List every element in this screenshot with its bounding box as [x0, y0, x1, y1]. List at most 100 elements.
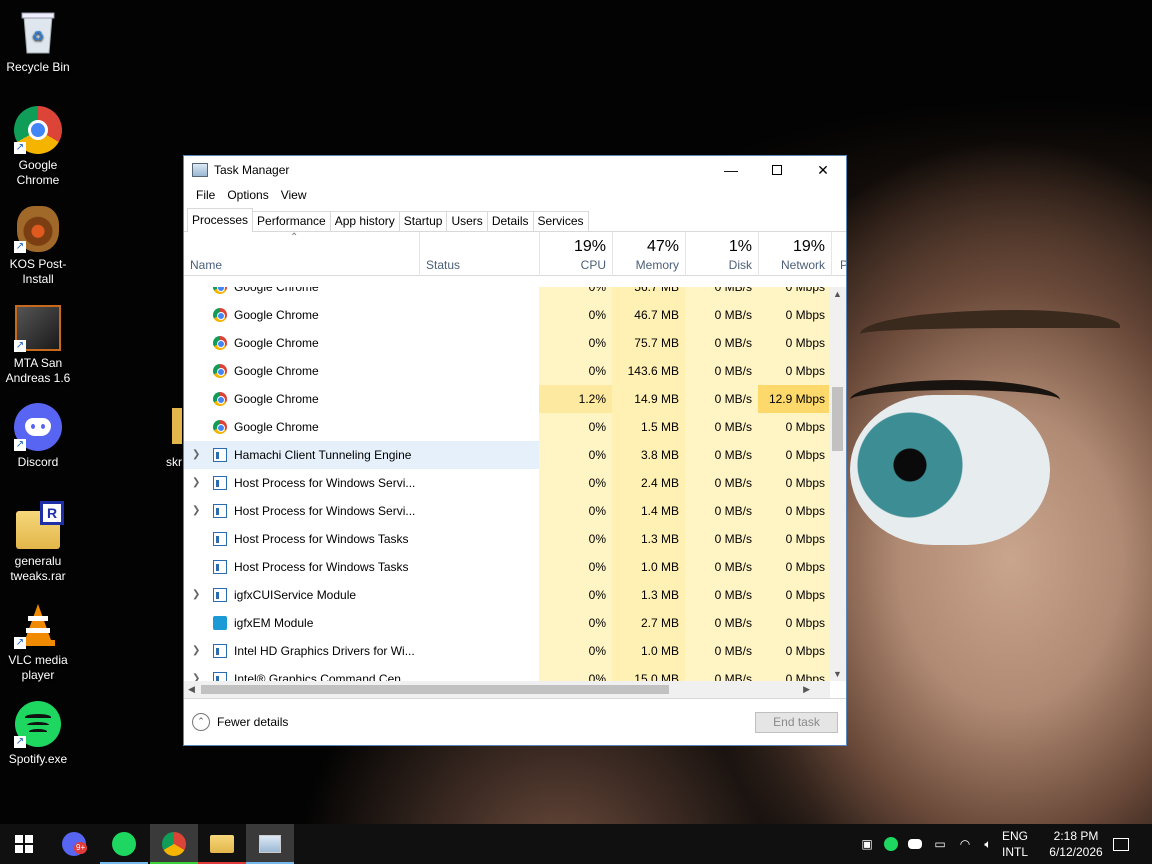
scroll-left-icon[interactable]: ◀: [188, 681, 195, 698]
column-disk[interactable]: 1% Disk: [685, 232, 758, 276]
vertical-scrollbar[interactable]: ▲ ▼: [829, 287, 846, 681]
end-task-button[interactable]: End task: [755, 712, 838, 733]
tab-app-history[interactable]: App history: [329, 211, 400, 231]
process-row[interactable]: Google Chrome 0% 75.7 MB 0 MB/s 0 Mbps: [184, 329, 830, 357]
minimize-button[interactable]: —: [708, 156, 754, 184]
menu-view[interactable]: View: [275, 188, 313, 202]
process-row[interactable]: Google Chrome 0% 143.6 MB 0 MB/s 0 Mbps: [184, 357, 830, 385]
recycle-bin-icon: ♻: [14, 8, 62, 56]
process-cpu: 0%: [539, 329, 612, 357]
shortcut-arrow-icon: ↗: [14, 439, 26, 451]
tab-details[interactable]: Details: [486, 211, 534, 231]
service-icon: [213, 644, 227, 658]
tab-users[interactable]: Users: [446, 211, 488, 231]
scroll-right-icon[interactable]: ▶: [803, 681, 810, 698]
tab-performance[interactable]: Performance: [252, 211, 331, 231]
chevron-right-icon[interactable]: ❯: [192, 497, 200, 525]
chevron-right-icon[interactable]: ❯: [192, 469, 200, 497]
chrome-icon: [213, 308, 227, 322]
process-row[interactable]: Google Chrome 0% 46.7 MB 0 MB/s 0 Mbps: [184, 301, 830, 329]
column-status[interactable]: Status: [419, 232, 539, 276]
vertical-scroll-thumb[interactable]: [832, 387, 843, 451]
partial-folder-icon[interactable]: [172, 408, 182, 444]
service-icon: [213, 560, 227, 574]
tray-app-icon[interactable]: ▣: [858, 824, 876, 864]
task-manager-icon: [192, 163, 208, 177]
memory-total: 47%: [646, 238, 679, 255]
column-name[interactable]: Name: [184, 232, 419, 276]
process-cpu: 0%: [539, 497, 612, 525]
process-row[interactable]: ❯ Hamachi Client Tunneling Engine 0% 3.8 MB…: [184, 441, 830, 469]
process-row[interactable]: ❯ Intel HD Graphics Drivers for Wi... 0% 1.…: [184, 637, 830, 665]
process-network: 12.9 Mbps: [758, 385, 830, 413]
close-button[interactable]: ✕: [800, 156, 846, 184]
scroll-up-icon[interactable]: ▲: [829, 289, 846, 299]
process-name: Google Chrome: [234, 336, 319, 350]
process-row[interactable]: ❯ Intel® Graphics Command Cen... 0% 15.0 MB…: [184, 665, 830, 681]
process-row[interactable]: Google Chrome 0% 1.5 MB 0 MB/s 0 Mbps: [184, 413, 830, 441]
desktop-icon-vlc[interactable]: ↗ VLC media player: [0, 601, 76, 683]
taskbar-file-explorer[interactable]: [198, 824, 246, 864]
wifi-icon[interactable]: ◠: [955, 824, 975, 864]
desktop-icon-discord[interactable]: ↗ Discord: [0, 403, 76, 470]
chrome-icon: [213, 392, 227, 406]
process-memory: 1.0 MB: [612, 637, 685, 665]
menu-file[interactable]: File: [190, 188, 221, 202]
taskbar-spotify[interactable]: [100, 824, 148, 864]
desktop-icon-mta-san-andreas[interactable]: ↗ MTA San Andreas 1.6: [0, 304, 76, 386]
notifications-icon[interactable]: [1106, 824, 1136, 864]
desktop-icon-generalu-tweaks[interactable]: R generalu tweaks.rar: [0, 501, 76, 584]
tab-processes[interactable]: Processes: [187, 208, 254, 232]
process-row[interactable]: Google Chrome 1.2% 14.9 MB 0 MB/s 12.9 Mbps: [184, 385, 830, 413]
process-cpu: 0%: [539, 553, 612, 581]
discord-icon: ↗: [14, 403, 62, 451]
chevron-right-icon[interactable]: ❯: [192, 581, 200, 609]
horizontal-scrollbar[interactable]: ◀ ▶: [184, 681, 830, 698]
horizontal-scroll-thumb[interactable]: [201, 685, 669, 694]
desktop-icon-label: Recycle Bin: [6, 60, 70, 74]
chevron-right-icon[interactable]: ❯: [192, 441, 200, 469]
process-row[interactable]: ❯ Host Process for Windows Servi... 0% 2.4 …: [184, 469, 830, 497]
service-icon: [213, 588, 227, 602]
svg-text:♻: ♻: [32, 28, 45, 44]
column-power-partial[interactable]: P: [831, 232, 846, 276]
chevron-right-icon[interactable]: ❯: [192, 665, 200, 681]
desktop-icon-spotify[interactable]: ↗ Spotify.exe: [0, 700, 76, 767]
spotify-icon: ↗: [14, 700, 62, 748]
scroll-down-icon[interactable]: ▼: [829, 669, 846, 679]
maximize-button[interactable]: [754, 156, 800, 184]
fewer-details-button[interactable]: ⌃ Fewer details: [192, 713, 288, 731]
tab-startup[interactable]: Startup: [398, 211, 448, 231]
tab-services[interactable]: Services: [532, 211, 589, 231]
start-button[interactable]: [0, 824, 48, 864]
desktop-icon-recycle-bin[interactable]: ♻ Recycle Bin: [0, 8, 76, 75]
process-row[interactable]: Host Process for Windows Tasks 0% 1.0 MB 0 …: [184, 553, 830, 581]
column-header: ⌃ Name Status 19% CPU 47% Memory 1% Disk…: [184, 232, 846, 276]
column-cpu[interactable]: 19% CPU: [539, 232, 612, 276]
chevron-right-icon[interactable]: ❯: [192, 637, 200, 665]
process-row[interactable]: ❯ Host Process for Windows Servi... 0% 1.4 …: [184, 497, 830, 525]
menu-options[interactable]: Options: [221, 188, 274, 202]
desktop-icon-label: Spotify.exe: [8, 752, 68, 766]
process-row[interactable]: Google Chrome 0% 56.7 MB 0 MB/s 0 Mbps: [184, 287, 830, 301]
notification-badge: 9+: [74, 842, 88, 854]
column-memory[interactable]: 47% Memory: [612, 232, 685, 276]
taskbar-task-manager[interactable]: [246, 824, 294, 864]
process-row[interactable]: igfxEM Module 0% 2.7 MB 0 MB/s 0 Mbps: [184, 609, 830, 637]
column-network-label: Network: [780, 258, 825, 272]
tray-discord-icon[interactable]: [906, 824, 924, 864]
taskbar-chrome[interactable]: [150, 824, 198, 864]
battery-icon[interactable]: ▭: [930, 824, 950, 864]
process-row[interactable]: ❯ igfxCUIService Module 0% 1.3 MB 0 MB/s 0 Mb…: [184, 581, 830, 609]
title-bar[interactable]: Task Manager — ✕: [184, 156, 846, 184]
task-manager-window: Task Manager — ✕ File Options View Proce…: [183, 155, 847, 746]
column-network[interactable]: 19% Network: [758, 232, 831, 276]
taskbar-discord[interactable]: 9+: [50, 824, 98, 864]
desktop-icon-kos-post-install[interactable]: ↗ KOS Post-Install: [0, 205, 76, 287]
system-clock[interactable]: 2:18 PM 6/12/2026: [1046, 828, 1106, 860]
input-language[interactable]: ENG INTL: [1000, 828, 1030, 860]
tray-spotify-icon[interactable]: [882, 824, 900, 864]
desktop-icon-google-chrome[interactable]: ↗ Google Chrome: [0, 106, 76, 188]
volume-icon[interactable]: 🔈︎: [978, 824, 998, 864]
process-row[interactable]: Host Process for Windows Tasks 0% 1.3 MB 0 …: [184, 525, 830, 553]
